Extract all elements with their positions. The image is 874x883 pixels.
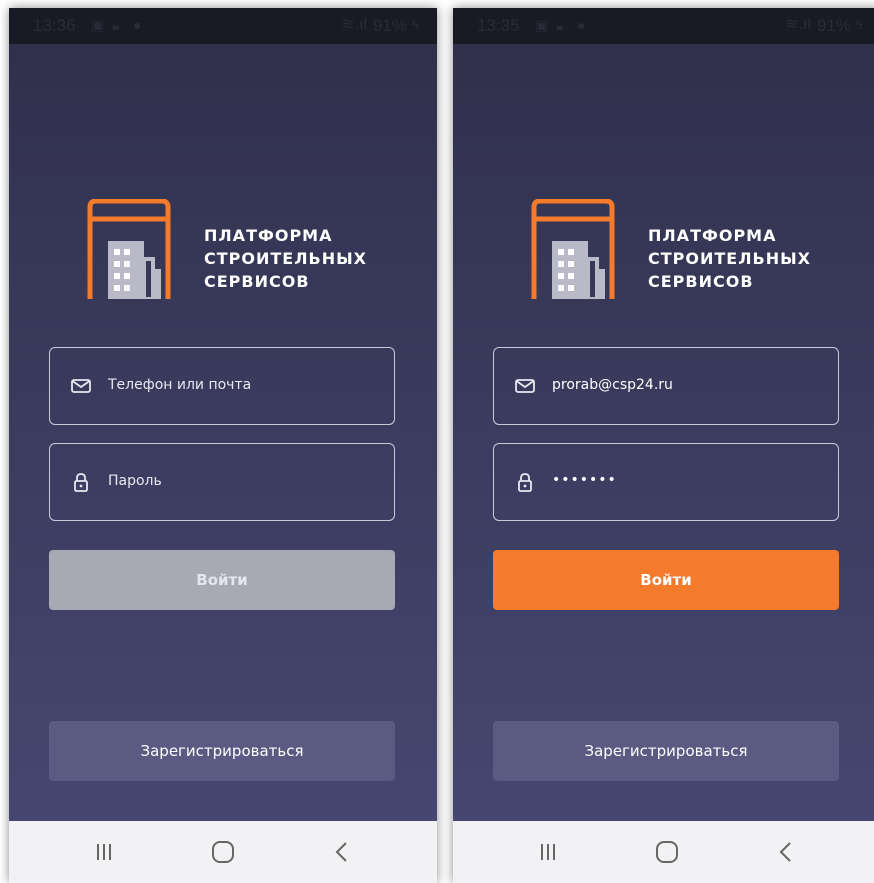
login-screen: 13:36 ▣ 🔒︎ ● ≋.ıl 91% ϟ ПЛАТФОРМА СТРОИТ…	[9, 8, 437, 821]
register-button-label: Зарегистрироваться	[140, 742, 304, 760]
battery-level: 91%	[816, 16, 851, 35]
mail-icon	[71, 379, 91, 393]
login-button[interactable]: Войти	[493, 550, 839, 610]
wifi-signal-icon: ≋.ıl	[785, 16, 811, 33]
android-nav-bar	[9, 821, 437, 883]
android-nav-bar	[453, 821, 874, 883]
login-field-value: prorab@csp24.ru	[552, 377, 673, 393]
logo-line-3: СЕРВИСОВ	[648, 272, 754, 291]
password-field-placeholder: Пароль	[108, 473, 162, 489]
phone-screen-right: 13:35 ▣ 🔒︎ ● ≋.ıl 91% ϟ ПЛАТФОРМА СТРОИТ…	[453, 8, 874, 883]
wifi-signal-icon: ≋.ıl	[341, 16, 367, 33]
charging-icon: ϟ	[411, 16, 419, 32]
password-field-value: •••••••	[552, 472, 617, 488]
login-screen-filled: 13:35 ▣ 🔒︎ ● ≋.ıl 91% ϟ ПЛАТФОРМА СТРОИТ…	[453, 8, 874, 821]
image-icon: ▣	[91, 17, 105, 33]
lock-icon	[74, 473, 88, 492]
mail-icon	[515, 379, 535, 393]
lock-status-icon: 🔒︎	[112, 17, 120, 33]
logo-line-2: СТРОИТЕЛЬНЫХ	[204, 249, 368, 268]
recent-apps-icon[interactable]	[533, 839, 563, 865]
logo-line-2: СТРОИТЕЛЬНЫХ	[648, 249, 812, 268]
login-field[interactable]: prorab@csp24.ru	[493, 347, 839, 425]
app-logo: ПЛАТФОРМА СТРОИТЕЛЬНЫХ СЕРВИСОВ	[87, 199, 366, 299]
home-icon[interactable]	[208, 839, 238, 865]
logo-line-1: ПЛАТФОРМА	[648, 226, 777, 245]
password-field[interactable]: •••••••	[493, 443, 839, 521]
recent-apps-icon[interactable]	[89, 839, 119, 865]
logo-line-1: ПЛАТФОРМА	[204, 226, 333, 245]
login-field-placeholder: Телефон или почта	[108, 377, 252, 393]
charging-icon: ϟ	[855, 16, 863, 32]
back-icon[interactable]	[771, 839, 801, 865]
register-button[interactable]: Зарегистрироваться	[493, 721, 839, 781]
logo-line-3: СЕРВИСОВ	[204, 272, 310, 291]
status-bar: 13:35 ▣ 🔒︎ ● ≋.ıl 91% ϟ	[453, 8, 874, 44]
image-icon: ▣	[535, 17, 549, 33]
phone-screen-left: 13:36 ▣ 🔒︎ ● ≋.ıl 91% ϟ ПЛАТФОРМА СТРОИТ…	[9, 8, 437, 883]
lock-icon	[518, 473, 532, 492]
back-icon[interactable]	[327, 839, 357, 865]
register-button[interactable]: Зарегистрироваться	[49, 721, 395, 781]
status-time: 13:36	[33, 16, 76, 35]
battery-level: 91%	[372, 16, 407, 35]
login-button-label: Войти	[640, 571, 692, 589]
building-logo-icon	[87, 199, 171, 299]
status-bar: 13:36 ▣ 🔒︎ ● ≋.ıl 91% ϟ	[9, 8, 437, 44]
lock-status-icon: 🔒︎	[556, 17, 564, 33]
building-logo-icon	[531, 199, 615, 299]
password-field[interactable]: Пароль	[49, 443, 395, 521]
home-icon[interactable]	[652, 839, 682, 865]
logo-text: ПЛАТФОРМА СТРОИТЕЛЬНЫХ СЕРВИСОВ	[204, 224, 367, 293]
login-button[interactable]: Войти	[49, 550, 395, 610]
shield-icon: ●	[577, 17, 586, 33]
app-logo: ПЛАТФОРМА СТРОИТЕЛЬНЫХ СЕРВИСОВ	[531, 199, 810, 299]
login-button-label: Войти	[196, 571, 248, 589]
login-field[interactable]: Телефон или почта	[49, 347, 395, 425]
logo-text: ПЛАТФОРМА СТРОИТЕЛЬНЫХ СЕРВИСОВ	[648, 224, 811, 293]
shield-icon: ●	[133, 17, 142, 33]
register-button-label: Зарегистрироваться	[584, 742, 748, 760]
status-time: 13:35	[477, 16, 520, 35]
